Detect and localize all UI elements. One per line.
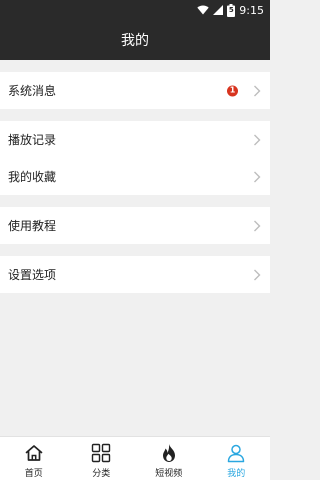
flame-icon <box>162 444 175 462</box>
menu-item-tutorial[interactable]: 使用教程 <box>0 207 270 244</box>
grid-icon <box>92 443 111 463</box>
tab-home[interactable]: 首页 <box>0 437 68 480</box>
menu-item-system-messages[interactable]: 系统消息 1 <box>0 72 270 109</box>
chevron-right-icon <box>254 85 261 96</box>
bottom-nav: 首页 分类 短视频 我的 <box>0 436 270 480</box>
home-icon <box>25 445 43 461</box>
app-header: 我的 <box>0 20 270 60</box>
menu-item-settings[interactable]: 设置选项 <box>0 256 270 293</box>
chevron-right-icon <box>254 269 261 280</box>
tab-label: 我的 <box>227 469 246 479</box>
chevron-right-icon <box>254 134 261 145</box>
battery-level: 5 <box>228 5 234 14</box>
section-settings: 设置选项 <box>0 256 270 293</box>
tab-short-video[interactable]: 短视频 <box>135 437 203 480</box>
tab-label: 分类 <box>92 469 111 479</box>
section-messages: 系统消息 1 <box>0 72 270 109</box>
menu-item-label: 播放记录 <box>8 133 57 147</box>
status-icons: 5 9:15 <box>197 2 264 18</box>
menu-item-play-history[interactable]: 播放记录 <box>0 121 270 158</box>
status-time: 9:15 <box>239 3 264 17</box>
unread-badge: 1 <box>227 85 238 96</box>
section-history: 播放记录 我的收藏 <box>0 121 270 195</box>
tab-mine[interactable]: 我的 <box>203 437 271 480</box>
menu-item-favorites[interactable]: 我的收藏 <box>0 158 270 195</box>
menu-item-label: 系统消息 <box>8 84 57 98</box>
chevron-right-icon <box>254 171 261 182</box>
section-tutorial: 使用教程 <box>0 207 270 244</box>
battery-icon: 5 <box>227 3 236 17</box>
tab-label: 首页 <box>24 469 43 479</box>
signal-icon <box>213 5 224 15</box>
menu-item-label: 我的收藏 <box>8 170 57 184</box>
menu-item-label: 设置选项 <box>8 268 57 282</box>
tab-category[interactable]: 分类 <box>68 437 136 480</box>
wifi-icon <box>197 5 209 15</box>
page-title: 我的 <box>121 33 149 49</box>
status-bar: 5 9:15 <box>0 0 270 20</box>
tab-label: 短视频 <box>155 469 183 479</box>
user-icon <box>228 444 245 463</box>
chevron-right-icon <box>254 220 261 231</box>
menu-item-label: 使用教程 <box>8 219 57 233</box>
